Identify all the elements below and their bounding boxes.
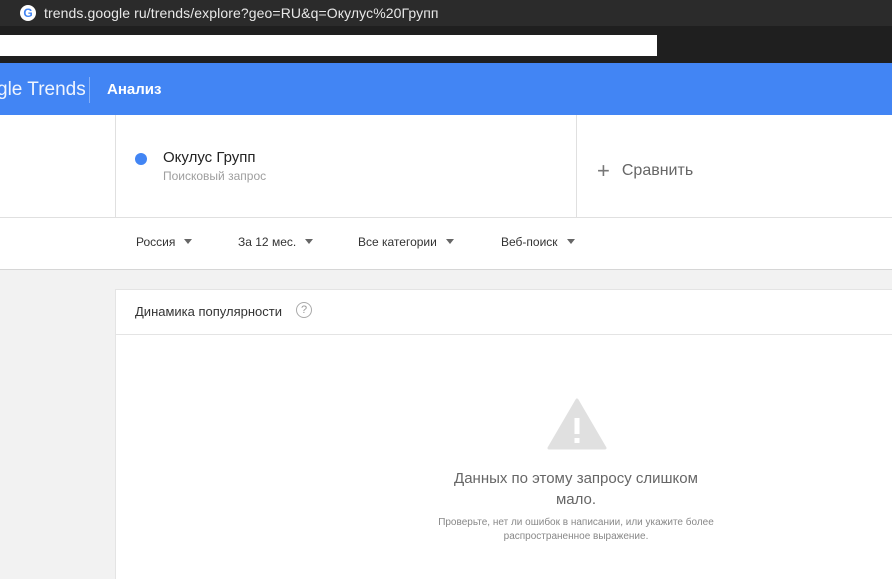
search-terms-row: Окулус Групп Поисковый запрос + Сравнить [0,115,892,218]
chevron-down-icon [445,239,454,244]
filter-period-dropdown[interactable]: За 12 мес. [238,235,314,249]
header-divider [89,77,90,103]
warning-icon [547,398,607,450]
compare-button[interactable]: + Сравнить [597,158,693,184]
filter-search-type-dropdown[interactable]: Веб-поиск [501,235,575,249]
card-title: Динамика популярности [135,304,282,319]
series-color-dot-icon [135,153,147,165]
google-trends-logo[interactable]: gle Trends [0,79,86,101]
filter-search-type-label: Веб-поиск [501,235,558,249]
page-title: Анализ [107,81,162,98]
browser-address-bar[interactable]: G trends.google ru/trends/explore?geo=RU… [0,0,892,26]
filter-period-label: За 12 мес. [238,235,297,249]
search-term-card[interactable]: Окулус Групп Поисковый запрос [115,115,577,217]
no-data-hint: Проверьте, нет ли ошибок в написании, ил… [438,517,714,542]
filter-region-dropdown[interactable]: Россия [136,235,193,249]
filter-region-label: Россия [136,235,176,249]
bookmarks-bar [0,26,892,63]
filter-category-label: Все категории [358,235,437,249]
redacted-field [0,35,657,56]
url-text[interactable]: trends.google ru/trends/explore?geo=RU&q… [44,5,439,21]
search-term-name[interactable]: Окулус Групп [163,149,256,166]
plus-icon: + [597,158,610,183]
filters-bar: Россия За 12 мес. Все категории Веб-поис… [0,218,892,270]
chevron-down-icon [305,239,314,244]
google-g-icon: G [20,5,36,21]
chevron-down-icon [184,239,193,244]
help-icon[interactable]: ? [296,302,312,318]
filter-category-dropdown[interactable]: Все категории [358,235,454,249]
search-term-type: Поисковый запрос [163,169,267,183]
no-data-message: Данных по этому запросу слишком мало. [454,470,698,508]
app-header: gle Trends Анализ [0,63,892,115]
interest-over-time-card: Динамика популярности ? Данных по этому … [115,289,892,579]
chevron-down-icon [566,239,575,244]
card-header: Динамика популярности ? [116,290,892,335]
compare-label: Сравнить [621,162,694,179]
